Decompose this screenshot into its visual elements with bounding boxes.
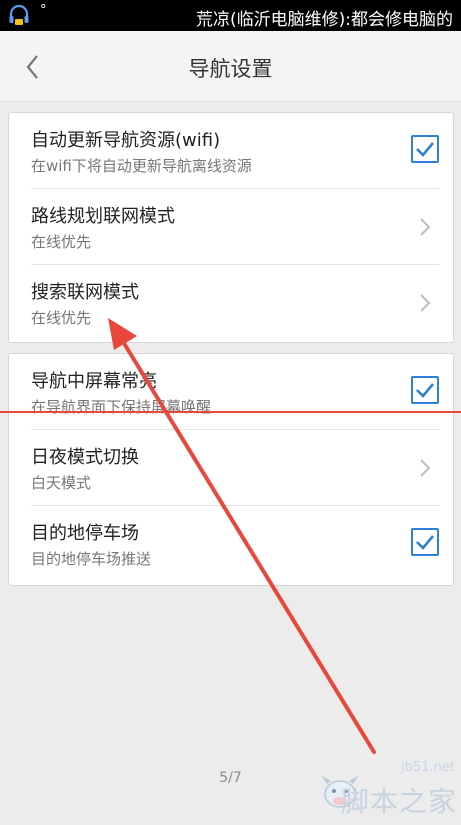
annotation-red-line (0, 411, 461, 413)
setting-value: 白天模式 (31, 474, 92, 492)
setting-row-day-night[interactable]: 日夜模式切换 白天模式 (9, 430, 453, 506)
setting-description: 目的地停车场推送 (31, 550, 152, 568)
setting-value: 在线优先 (31, 309, 92, 327)
setting-label: 搜索联网模式 (31, 282, 139, 303)
setting-label: 自动更新导航资源(wifi) (31, 130, 221, 151)
page-title: 导航设置 (188, 57, 273, 81)
setting-label: 日夜模式切换 (31, 447, 139, 468)
setting-row-parking[interactable]: 目的地停车场 目的地停车场推送 (9, 506, 453, 582)
settings-card-display: 导航中屏幕常亮 在导航界面下保持屏幕唤醒 日夜模式切换 白天模式 目的地停车场 … (8, 353, 454, 586)
status-dot: ° (40, 3, 47, 18)
header-bar: 导航设置 (0, 31, 461, 102)
chevron-right-icon (420, 294, 431, 312)
setting-value: 在线优先 (31, 233, 92, 251)
setting-row-auto-update[interactable]: 自动更新导航资源(wifi) 在wifi下将自动更新导航离线资源 (9, 113, 453, 189)
status-bar: ° 荒凉(临沂电脑维修):都会修电脑的 (0, 0, 461, 31)
setting-label: 路线规划联网模式 (31, 206, 175, 227)
auto-update-checkbox[interactable] (411, 135, 439, 163)
setting-row-route-planning[interactable]: 路线规划联网模式 在线优先 (9, 189, 453, 265)
setting-description: 在wifi下将自动更新导航离线资源 (31, 157, 252, 175)
screen-on-checkbox[interactable] (411, 376, 439, 404)
headset-icon (9, 4, 29, 25)
checkmark-icon (416, 383, 434, 398)
chevron-right-icon (420, 218, 431, 236)
setting-row-screen-on[interactable]: 导航中屏幕常亮 在导航界面下保持屏幕唤醒 (9, 354, 453, 430)
setting-label: 导航中屏幕常亮 (31, 371, 157, 392)
notification-ticker: 荒凉(临沂电脑维修):都会修电脑的 (196, 10, 453, 30)
checkmark-icon (416, 142, 434, 157)
watermark: jb51.net 脚本之家 (318, 760, 461, 825)
parking-checkbox[interactable] (411, 528, 439, 556)
setting-row-search-mode[interactable]: 搜索联网模式 在线优先 (9, 265, 453, 341)
watermark-text: 脚本之家 (340, 785, 457, 818)
settings-card-navigation: 自动更新导航资源(wifi) 在wifi下将自动更新导航离线资源 路线规划联网模… (8, 112, 454, 343)
setting-label: 目的地停车场 (31, 523, 139, 544)
watermark-url: jb51.net (401, 760, 455, 775)
chevron-right-icon (420, 459, 431, 477)
checkmark-icon (416, 535, 434, 550)
setting-description: 在导航界面下保持屏幕唤醒 (31, 398, 212, 416)
